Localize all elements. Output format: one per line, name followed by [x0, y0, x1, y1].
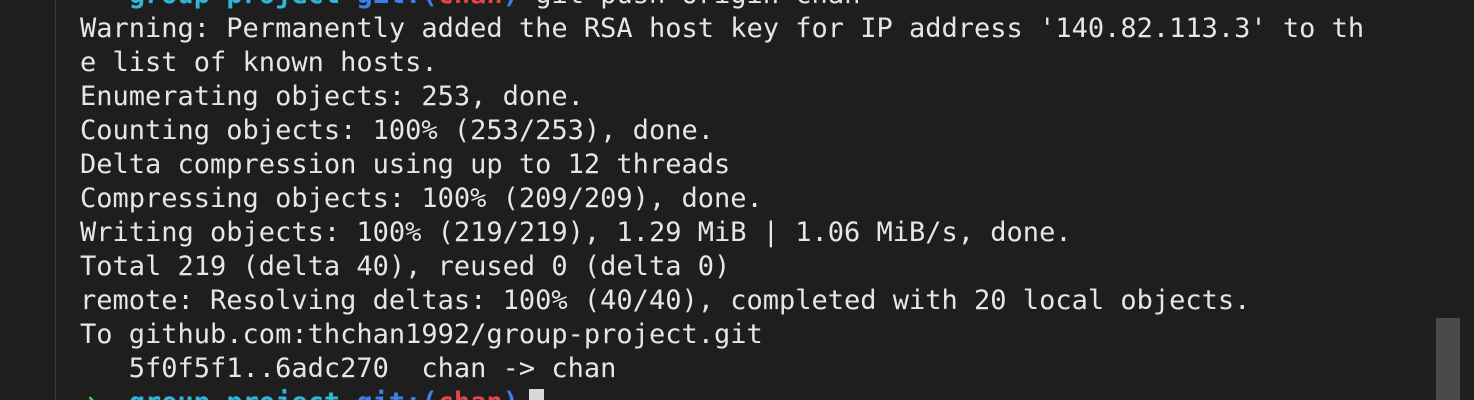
output-line: Enumerating objects: 253, done. [80, 81, 584, 112]
prompt-directory: group-project [129, 0, 340, 10]
scrollbar-thumb[interactable] [1436, 318, 1460, 400]
scrollbar-track[interactable] [1436, 0, 1474, 400]
prompt-arrow-icon: ➜ [80, 0, 96, 10]
output-line: Delta compression using up to 12 threads [80, 149, 731, 180]
prompt-git-close: ) [503, 387, 519, 400]
output-line: Counting objects: 100% (253/253), done. [80, 115, 714, 146]
output-line: Writing objects: 100% (219/219), 1.29 Mi… [80, 217, 1072, 248]
gutter-divider [55, 0, 56, 400]
output-line: 5f0f5f1..6adc270 chan -> chan [80, 353, 617, 384]
prompt-directory: group-project [129, 387, 340, 400]
prompt-branch: chan [438, 387, 503, 400]
prompt-git-open: git:( [356, 0, 437, 10]
prompt-branch: chan [438, 0, 503, 10]
text-cursor [528, 388, 544, 400]
prompt-line-previous: ➜ group-project git:(chan) git push orig… [80, 0, 1364, 12]
prompt-git-close: ) [503, 0, 519, 10]
prompt-line-current[interactable]: ➜ group-project git:(chan) [80, 386, 1364, 400]
prompt-command: git push origin chan [535, 0, 860, 10]
output-line: remote: Resolving deltas: 100% (40/40), … [80, 285, 1251, 316]
output-line: Warning: Permanently added the RSA host … [80, 13, 1365, 44]
output-line: To github.com:thchan1992/group-project.g… [80, 319, 763, 350]
terminal-output: ➜ group-project git:(chan) git push orig… [80, 0, 1364, 400]
terminal-window[interactable]: ➜ group-project git:(chan) git push orig… [0, 0, 1474, 400]
output-line: e list of known hosts. [80, 47, 438, 78]
output-line: Total 219 (delta 40), reused 0 (delta 0) [80, 251, 731, 282]
prompt-arrow-icon: ➜ [80, 387, 96, 400]
prompt-git-open: git:( [356, 387, 437, 400]
output-line: Compressing objects: 100% (209/209), don… [80, 183, 763, 214]
